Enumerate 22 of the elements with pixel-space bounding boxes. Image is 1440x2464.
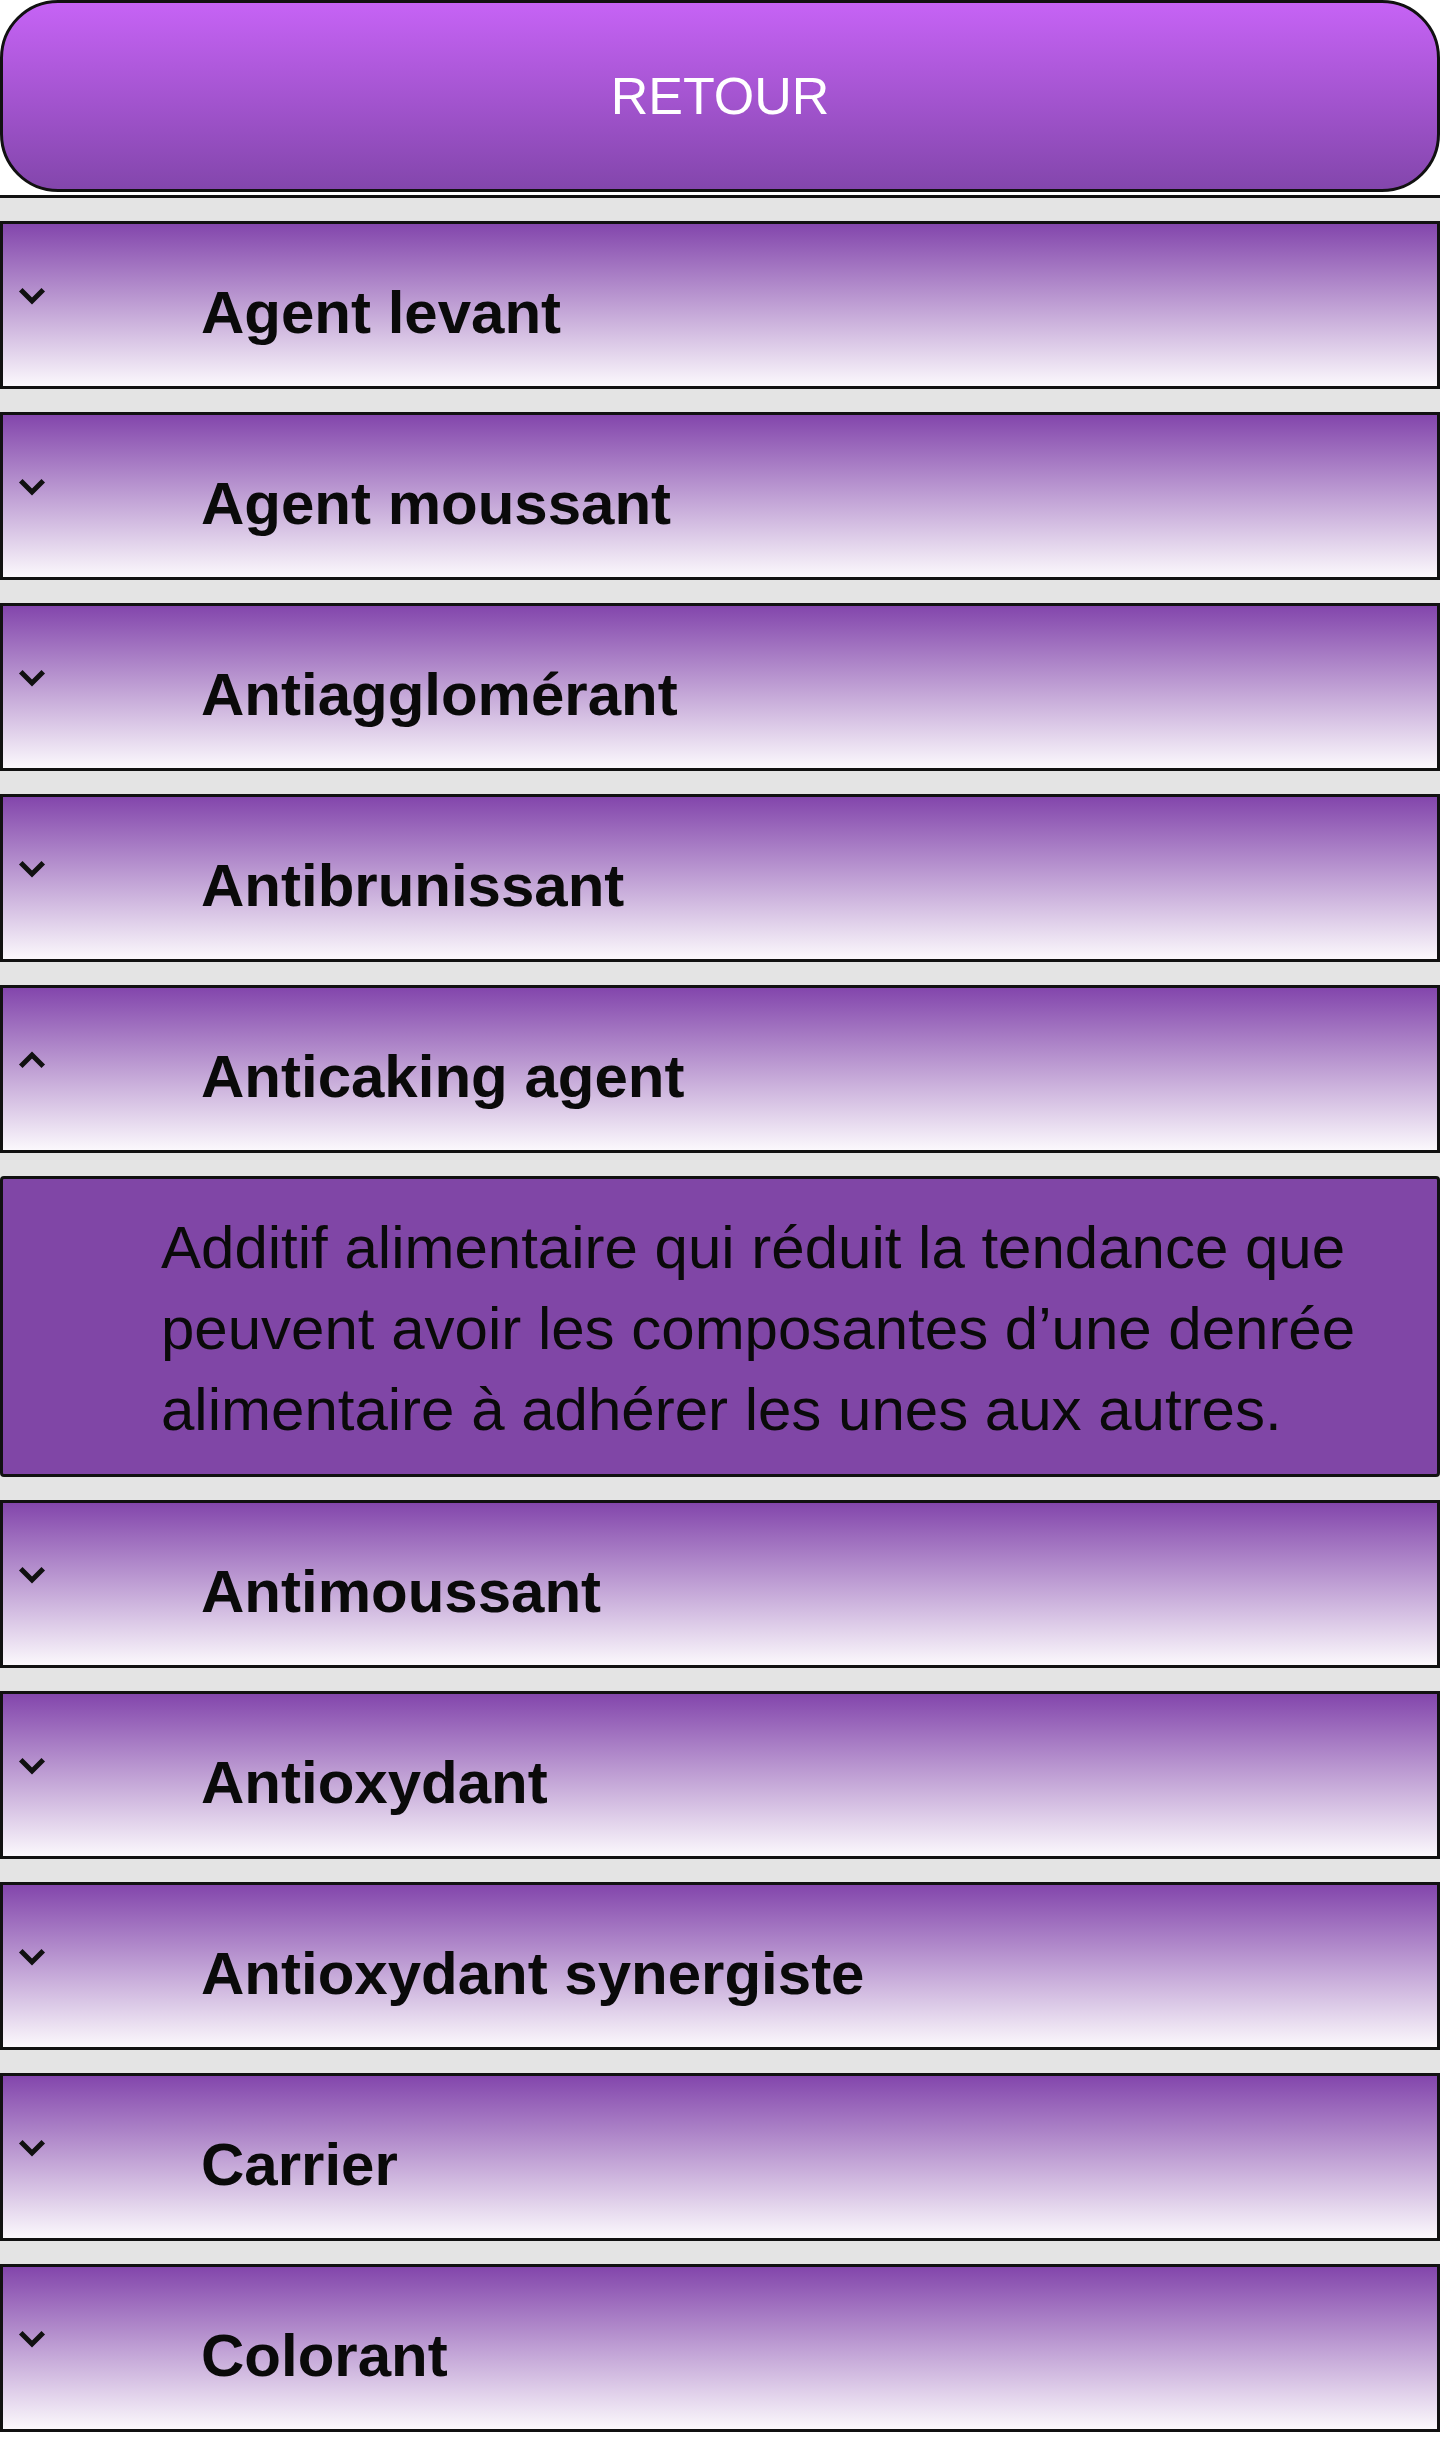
chevron-down-icon — [17, 859, 47, 879]
accordion-header[interactable]: Anticaking agent — [0, 985, 1440, 1153]
accordion-header[interactable]: Antioxydant — [0, 1691, 1440, 1859]
accordion-header[interactable]: Agent moussant — [0, 412, 1440, 580]
accordion-header[interactable]: Agent levant — [0, 221, 1440, 389]
chevron-down-icon — [17, 2329, 47, 2349]
back-button[interactable]: RETOUR — [0, 0, 1440, 192]
chevron-down-icon — [17, 286, 47, 306]
chevron-up-icon — [17, 1050, 47, 1070]
accordion-header[interactable]: Carrier — [0, 2073, 1440, 2241]
accordion-header[interactable]: Antimoussant — [0, 1500, 1440, 1668]
accordion-header[interactable]: Antioxydant synergiste — [0, 1882, 1440, 2050]
description-text: Additif alimentaire qui réduit la tendance que peuvent avoir les composantes d’une denrée alimentaire à adhérer les unes aux autres. — [161, 1213, 1357, 1445]
accordion-header[interactable]: Antiagglomérant — [0, 603, 1440, 771]
accordion-header[interactable]: Colorant — [0, 2264, 1440, 2432]
accordion-header[interactable]: Antibrunissant — [0, 794, 1440, 962]
chevron-down-icon — [17, 668, 47, 688]
chevron-down-icon — [17, 477, 47, 497]
chevron-down-icon — [17, 1947, 47, 1967]
chevron-down-icon — [17, 2138, 47, 2158]
chevron-down-icon — [17, 1565, 47, 1585]
chevron-down-icon — [17, 1756, 47, 1776]
